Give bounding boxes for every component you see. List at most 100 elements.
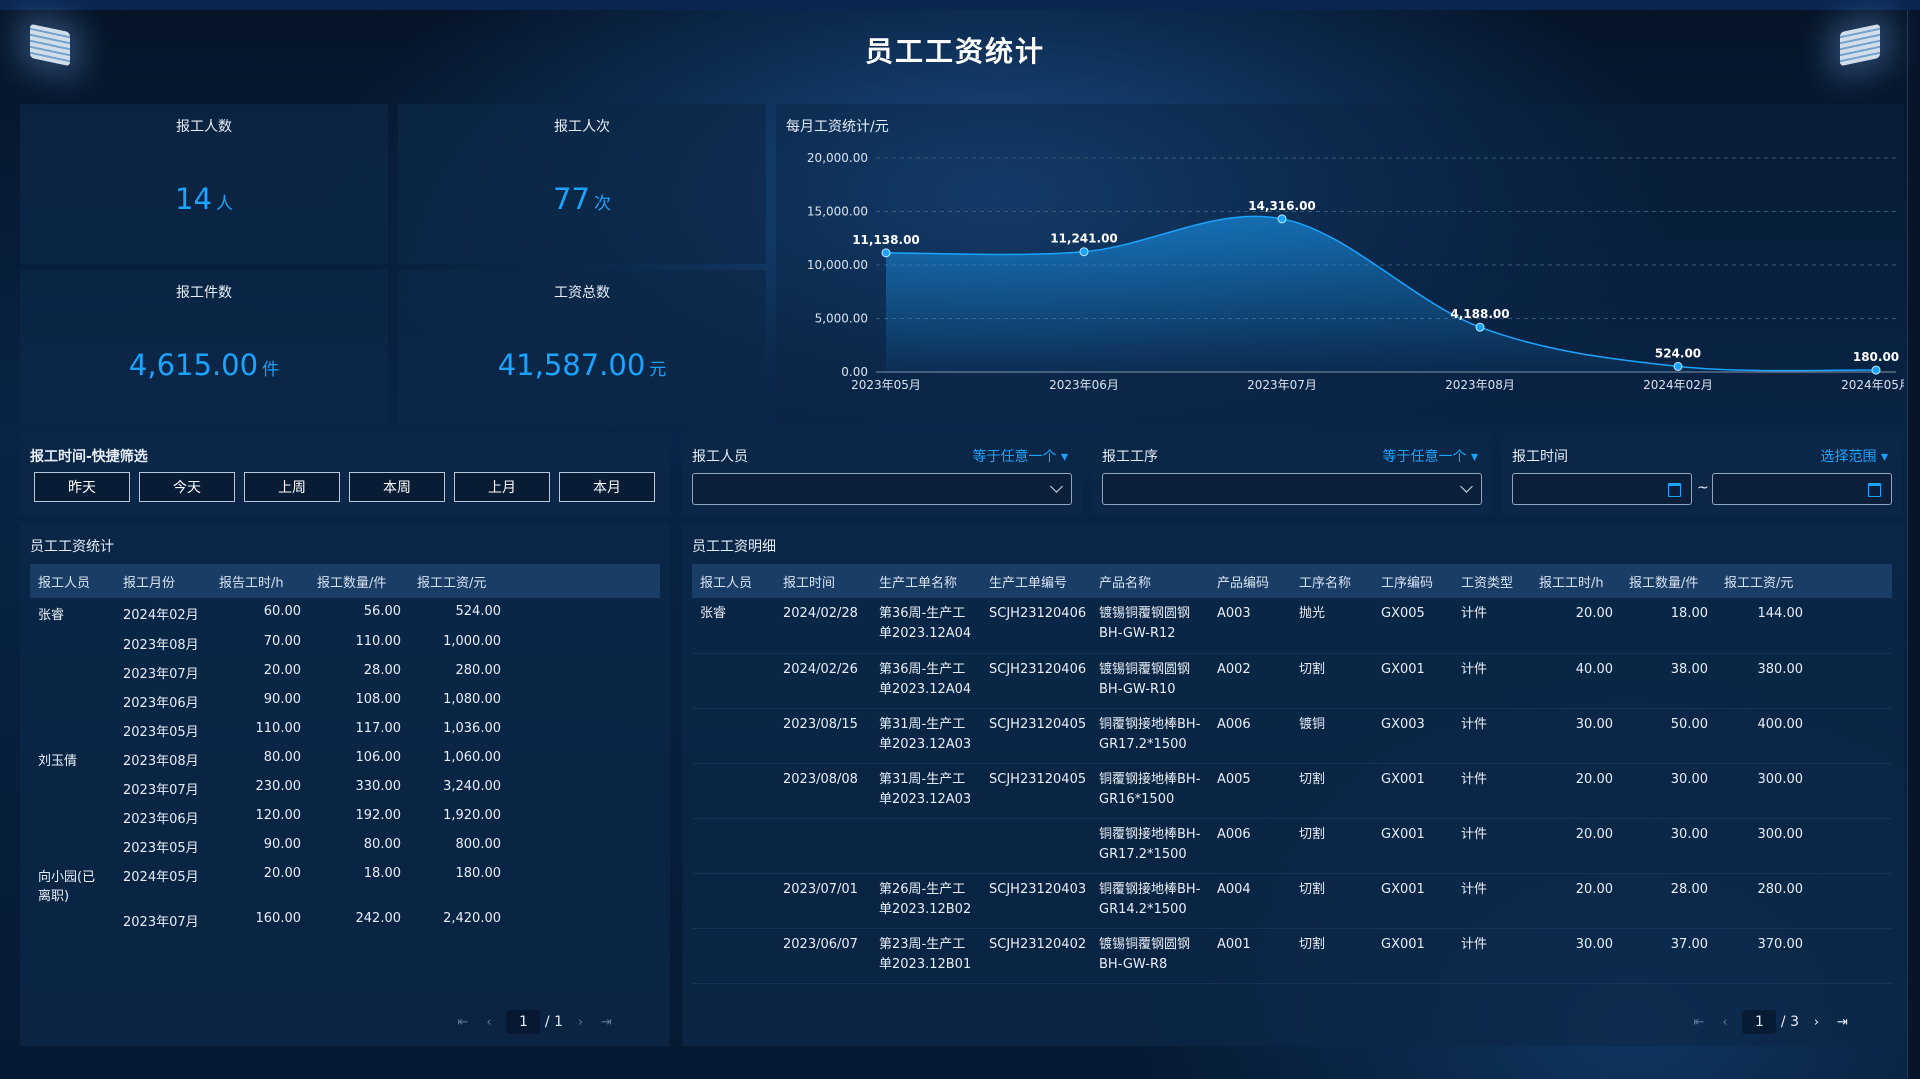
table-cell: 20.00 [1531,873,1621,929]
column-header[interactable]: 报告工时/h [211,564,309,598]
table-row[interactable]: 2023/06/07 第23周-生产工单2023.12B01 SCJH2312040… [692,928,1892,984]
table-cell: 计件 [1453,763,1531,819]
table-cell: 2023年07月 [123,666,199,682]
table-cell: 56.00 [363,604,401,619]
caret-down-icon: ▾ [1880,449,1888,465]
table-row[interactable]: 2023年05月 110.00 117.00 1,036.00 [30,714,660,743]
table-row[interactable]: 2023年07月 160.00 242.00 2,420.00 [30,904,660,933]
process-filter-mode[interactable]: 等于任意一个 ▾ [1383,446,1478,466]
filter-this-week-button[interactable]: 本周 [349,472,445,502]
prev-page-icon[interactable]: ‹ [476,1015,502,1030]
table-cell [692,928,775,984]
table-cell: 242.00 [355,910,402,926]
calendar-icon[interactable] [1668,483,1681,497]
column-header-spacer [509,564,660,598]
table-cell [30,627,115,656]
table-cell-spacer [509,714,660,743]
column-header[interactable]: 报工人员 [692,564,775,598]
table-row[interactable]: 2023/08/08 第31周-生产工单2023.12A03 SCJH2312040… [692,763,1892,819]
calendar-icon[interactable] [1868,483,1881,497]
end-date-input[interactable] [1712,473,1892,505]
table-row[interactable]: 向小园(已离职) 2024年05月 20.00 18.00 180.00 [30,859,660,904]
column-header[interactable]: 产品名称 [1091,564,1209,598]
last-page-icon[interactable]: ⇥ [1829,1015,1855,1030]
time-filter-label: 报工时间 [1512,449,1568,465]
column-header[interactable]: 报工工时/h [1531,564,1621,598]
column-header[interactable]: 生产工单编号 [981,564,1091,598]
table-cell: 280.00 [455,662,502,678]
table-cell: 1,036.00 [443,720,501,736]
column-header[interactable]: 报工工资/元 [409,564,509,598]
table-cell [30,656,115,685]
first-page-icon[interactable]: ⇤ [1686,1015,1712,1030]
column-header[interactable]: 工序名称 [1291,564,1373,598]
table-row[interactable]: 刘玉倩 2023年08月 80.00 106.00 1,060.00 [30,743,660,772]
table-cell: 18.00 [363,865,401,881]
column-header[interactable]: 报工数量/件 [309,564,409,598]
table-cell: GX001 [1373,763,1453,819]
table-row[interactable]: 2023/08/15 第31周-生产工单2023.12A03 SCJH2312040… [692,708,1892,764]
table-row[interactable]: 张睿 2024年02月 60.00 56.00 524.00 [30,598,660,627]
table-row[interactable]: 铜覆钢接地棒BH-GR17.2*1500 A006 切割 GX001 计件 20.00 30… [692,818,1892,874]
filter-this-month-button[interactable]: 本月 [559,472,655,502]
worker-filter-mode[interactable]: 等于任意一个 ▾ [973,446,1068,466]
table-cell-spacer [1811,763,1892,819]
table-cell: 铜覆钢接地棒BH-GR14.2*1500 [1091,873,1209,929]
summary-table-scroll[interactable]: 报工人员 报工月份 报告工时/h 报工数量/件 报工工资/元 张睿 2024年02月 60.… [30,564,660,984]
table-row[interactable]: 2023年06月 90.00 108.00 1,080.00 [30,685,660,714]
table-cell: 2023年07月 [123,782,199,798]
column-header[interactable]: 报工时间 [775,564,871,598]
table-cell: 80.00 [263,749,301,765]
process-select[interactable] [1102,473,1482,505]
current-page-input[interactable]: 1 [506,1010,541,1034]
filter-last-month-button[interactable]: 上月 [454,472,550,502]
table-cell: 计件 [1453,653,1531,709]
window-scrollbar[interactable] [1907,10,1920,1079]
detail-table-scroll[interactable]: 报工人员 报工时间 生产工单名称 生产工单编号 产品名称 产品编码 工序名称 工序编码 工资类型… [692,564,1892,984]
table-cell: 106.00 [355,749,402,765]
table-row[interactable]: 2024/02/26 第36周-生产工单2023.12A04 SCJH2312040… [692,653,1892,709]
column-header[interactable]: 工资类型 [1453,564,1531,598]
next-page-icon[interactable]: › [1803,1015,1829,1030]
x-tick-label: 2023年08月 [1445,378,1515,392]
last-page-icon[interactable]: ⇥ [593,1015,619,1030]
table-row[interactable]: 张睿 2024/02/28 第36周-生产工单2023.12A04 SCJH23120… [692,598,1892,654]
prev-page-icon[interactable]: ‹ [1712,1015,1738,1030]
table-cell: 切割 [1291,928,1373,984]
current-page-input[interactable]: 1 [1742,1010,1777,1034]
top-bar [0,0,1920,10]
table-row[interactable]: 2023/07/01 第26周-生产工单2023.12B02 SCJH2312040… [692,873,1892,929]
filter-yesterday-button[interactable]: 昨天 [34,472,130,502]
column-header[interactable]: 生产工单名称 [871,564,981,598]
table-cell [692,873,775,929]
kpi-card-wages: 工资总数 41,587.00 元 [398,270,766,426]
table-cell: 2023年08月 [123,637,199,653]
table-row[interactable]: 2023年08月 70.00 110.00 1,000.00 [30,627,660,656]
column-header[interactable]: 报工月份 [115,564,211,598]
table-row[interactable]: 2023年05月 90.00 80.00 800.00 [30,830,660,859]
first-page-icon[interactable]: ⇤ [450,1015,476,1030]
start-date-input[interactable] [1512,473,1692,505]
table-cell: 2024年05月 [123,869,199,885]
worker-select[interactable] [692,473,1072,505]
table-cell: 50.00 [1621,708,1716,764]
filter-today-button[interactable]: 今天 [139,472,235,502]
column-header[interactable]: 报工人员 [30,564,115,598]
column-header[interactable]: 工序编码 [1373,564,1453,598]
y-tick-label: 15,000.00 [807,205,868,219]
table-row[interactable]: 2023年07月 20.00 28.00 280.00 [30,656,660,685]
table-cell: 110.00 [255,720,302,736]
table-row[interactable]: 2023年06月 120.00 192.00 1,920.00 [30,801,660,830]
table-cell: A006 [1209,708,1291,764]
column-header[interactable]: 报工工资/元 [1716,564,1811,598]
table-cell: 192.00 [355,807,402,823]
next-page-icon[interactable]: › [567,1015,593,1030]
filter-last-week-button[interactable]: 上周 [244,472,340,502]
column-header[interactable]: 产品编码 [1209,564,1291,598]
column-header[interactable]: 报工数量/件 [1621,564,1716,598]
time-filter-mode[interactable]: 选择范围 ▾ [1821,446,1888,466]
table-row[interactable]: 2023年07月 230.00 330.00 3,240.00 [30,772,660,801]
table-cell: 镀锡铜覆钢圆钢BH-GW-R8 [1091,928,1209,984]
table-cell: 1,080.00 [443,691,501,707]
table-cell: 切割 [1291,818,1373,874]
